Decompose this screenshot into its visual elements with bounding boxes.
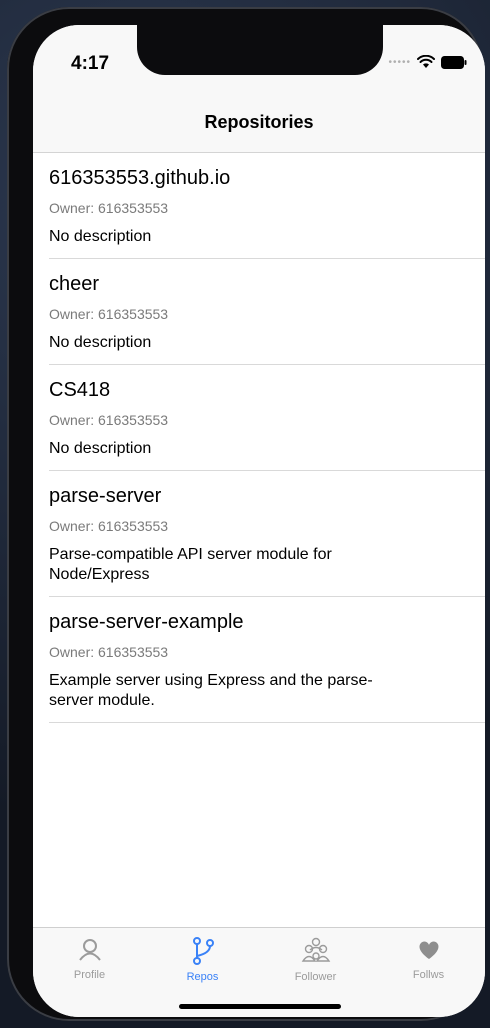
wifi-icon	[417, 55, 435, 68]
home-indicator[interactable]	[179, 1004, 341, 1009]
repo-description: Parse-compatible API server module for N…	[49, 546, 332, 583]
list-item[interactable]: cheer Owner: 616353553 No description	[33, 259, 485, 365]
repo-owner: Owner: 616353553	[49, 200, 169, 216]
repo-name: parse-server-example	[49, 611, 244, 633]
tab-label: Profile	[73, 969, 106, 981]
tab-follows[interactable]: Follws	[372, 928, 485, 1017]
branch-icon	[192, 937, 214, 965]
repo-owner: Owner: 616353553	[49, 518, 169, 534]
list-item[interactable]: parse-server Owner: 616353553 Parse-comp…	[33, 471, 485, 597]
repo-name: CS418	[49, 379, 111, 401]
repo-description: No description	[49, 334, 152, 351]
phone-screen: 4:17 ••••• Repositories 616353553.github…	[33, 25, 485, 1017]
group-icon	[301, 937, 330, 962]
battery-icon	[441, 55, 467, 69]
tab-label: Repos	[186, 971, 219, 983]
repo-description: Example server using Express and the par…	[49, 672, 373, 709]
repo-description: No description	[49, 228, 152, 245]
person-icon	[78, 939, 101, 961]
repository-list: 616353553.github.io Owner: 616353553 No …	[33, 153, 485, 723]
navigation-bar: Repositories	[33, 95, 485, 153]
repo-name: 616353553.github.io	[49, 167, 231, 189]
phone-frame: 4:17 ••••• Repositories 616353553.github…	[7, 7, 485, 1021]
tab-label: Follws	[412, 969, 445, 981]
tab-label: Follower	[294, 971, 337, 983]
repo-name: parse-server	[49, 485, 162, 507]
repo-name: cheer	[49, 273, 100, 295]
repo-owner: Owner: 616353553	[49, 644, 169, 660]
page-title: Repositories	[204, 112, 314, 132]
cellular-dots-icon: •••••	[388, 56, 411, 68]
tab-profile[interactable]: Profile	[33, 928, 146, 1017]
list-item[interactable]: parse-server-example Owner: 616353553 Ex…	[33, 597, 485, 723]
camera-notch	[137, 25, 383, 75]
repo-owner: Owner: 616353553	[49, 412, 169, 428]
repo-owner: Owner: 616353553	[49, 306, 169, 322]
heart-icon	[419, 941, 438, 959]
list-item[interactable]: CS418 Owner: 616353553 No description	[33, 365, 485, 471]
status-icons: •••••	[388, 55, 467, 69]
desktop-background: 4:17 ••••• Repositories 616353553.github…	[0, 0, 490, 1028]
list-item[interactable]: 616353553.github.io Owner: 616353553 No …	[33, 153, 485, 259]
status-time: 4:17	[71, 53, 110, 74]
repo-description: No description	[49, 440, 152, 457]
